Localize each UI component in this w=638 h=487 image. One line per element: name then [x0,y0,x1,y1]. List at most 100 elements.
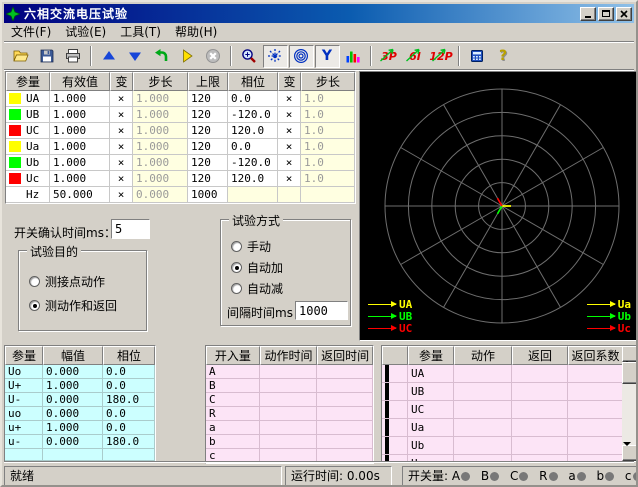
interval-input[interactable] [295,301,348,320]
value-cell[interactable]: 0.000 [133,187,188,203]
reset-button[interactable] [149,45,174,68]
value-cell[interactable]: 0.0 [228,139,278,155]
scroll-down-button[interactable] [622,445,638,461]
purpose-option-1[interactable]: 测动作和返回 [29,297,117,314]
checkbox[interactable] [385,365,389,382]
value-cell[interactable]: × [110,187,133,203]
step-down-button[interactable] [123,45,148,68]
calculator-button[interactable] [465,45,490,68]
value-cell[interactable]: 1.000 [50,139,110,155]
zoom-button[interactable] [237,45,262,68]
mode-option-1[interactable]: 自动加 [231,259,283,276]
value-cell[interactable]: -120.0 [228,155,278,171]
value-cell[interactable]: 1.0 [301,91,355,107]
menu-item-0[interactable]: 文件(F) [4,23,58,42]
value-cell[interactable]: 120 [188,171,228,187]
phasor-view-button[interactable] [263,45,288,68]
value-cell[interactable]: 1.000 [50,155,110,171]
value-cell[interactable]: × [278,171,301,187]
value-cell[interactable] [278,187,301,203]
checkbox[interactable] [385,437,389,454]
mode-3p-button[interactable]: 3P [377,45,402,68]
stop-button[interactable] [201,45,226,68]
value-cell[interactable]: 50.000 [50,187,110,203]
result-scrollbar[interactable] [622,346,638,461]
value-cell[interactable]: 1.000 [133,171,188,187]
value-cell[interactable]: 1.000 [133,107,188,123]
help-button[interactable]: ? [491,45,516,68]
value-cell[interactable]: × [278,139,301,155]
value-cell[interactable]: 1.000 [50,91,110,107]
menu-item-1[interactable]: 试验(E) [58,23,113,42]
circle-view-button[interactable] [289,45,314,68]
switch-state-icon [633,472,638,481]
radio-button[interactable] [29,276,40,287]
radio-button[interactable] [231,262,242,273]
value-cell[interactable]: × [110,171,133,187]
value-cell[interactable]: 120 [188,107,228,123]
value-cell[interactable]: 1.000 [133,155,188,171]
value-cell[interactable]: 120.0 [228,171,278,187]
value-cell[interactable]: 1.0 [301,139,355,155]
mode-option-0[interactable]: 手动 [231,238,271,255]
scroll-thumb[interactable] [622,362,638,384]
value-cell[interactable]: 1.0 [301,155,355,171]
value-cell[interactable]: × [278,123,301,139]
value-cell[interactable]: 1.000 [133,91,188,107]
value-cell[interactable]: 120.0 [228,123,278,139]
radio-button[interactable] [231,241,242,252]
menu-item-2[interactable]: 工具(T) [113,23,168,42]
mode-6i-button[interactable]: 6I [403,45,428,68]
bar-chart-button[interactable] [341,45,366,68]
radio-button[interactable] [29,300,40,311]
value-cell[interactable]: × [110,155,133,171]
legend-item: UA [368,298,412,310]
mode-12p-button[interactable]: 12P [429,45,454,68]
value-cell[interactable]: 120 [188,139,228,155]
value-cell[interactable]: 0.0 [228,91,278,107]
value-cell[interactable]: × [110,107,133,123]
checkbox[interactable] [385,401,389,418]
menu-item-3[interactable]: 帮助(H) [168,23,224,42]
step-up-button[interactable] [97,45,122,68]
value-cell[interactable]: × [278,107,301,123]
checkbox[interactable] [385,383,389,400]
value-cell[interactable] [301,187,355,203]
radio-button[interactable] [231,283,242,294]
start-button[interactable] [175,45,200,68]
value-cell[interactable]: × [278,155,301,171]
value-cell[interactable]: 1000 [188,187,228,203]
mode-option-2[interactable]: 自动减 [231,280,283,297]
value-cell[interactable]: × [110,123,133,139]
purpose-option-0[interactable]: 测接点动作 [29,273,105,290]
value-cell[interactable]: × [110,91,133,107]
value-cell[interactable]: 1.000 [50,123,110,139]
save-button[interactable] [35,45,60,68]
value-cell[interactable]: 120 [188,91,228,107]
scroll-up-button[interactable] [622,346,638,362]
value-cell[interactable]: 1.000 [50,107,110,123]
open-file-button[interactable] [9,45,34,68]
value-cell[interactable]: 120 [188,123,228,139]
value-cell[interactable]: 1.0 [301,107,355,123]
vector-view-button[interactable]: Y [315,45,340,68]
close-button[interactable] [616,7,632,21]
maximize-button[interactable] [598,7,614,21]
value-cell[interactable]: -120.0 [228,107,278,123]
switch-confirm-input[interactable] [111,219,150,239]
value-cell[interactable]: 1.000 [133,123,188,139]
value-cell[interactable] [228,187,278,203]
value-cell[interactable]: 1.000 [133,139,188,155]
print-button[interactable] [61,45,86,68]
seq-cell: 1.000 [43,421,103,435]
value-cell[interactable]: × [278,91,301,107]
value-cell[interactable]: × [110,139,133,155]
minimize-button[interactable] [580,7,596,21]
value-cell[interactable]: 1.0 [301,171,355,187]
checkbox[interactable] [385,419,389,436]
value-cell[interactable]: 1.000 [50,171,110,187]
value-cell[interactable]: 120 [188,155,228,171]
switch-state-icon [605,472,614,481]
value-cell[interactable]: 1.0 [301,123,355,139]
param-label: Ua [26,140,39,153]
